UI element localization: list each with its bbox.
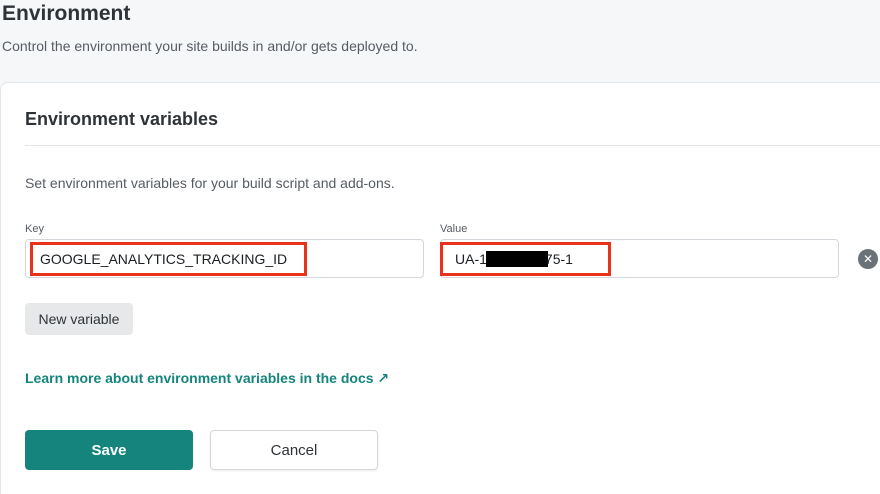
- divider: [25, 145, 880, 146]
- external-link-icon: ↗: [377, 370, 390, 386]
- save-button[interactable]: Save: [25, 430, 193, 470]
- key-input-value: GOOGLE_ANALYTICS_TRACKING_ID: [40, 250, 288, 267]
- close-circle-icon[interactable]: ✕: [858, 249, 878, 269]
- redaction-block: [485, 250, 548, 267]
- page-description: Control the environment your site builds…: [2, 38, 418, 54]
- new-variable-button[interactable]: New variable: [25, 303, 133, 335]
- page-title: Environment: [2, 2, 131, 25]
- environment-variables-card: Environment variables Set environment va…: [0, 82, 880, 494]
- card-title: Environment variables: [25, 109, 219, 129]
- card-description: Set environment variables for your build…: [25, 175, 395, 191]
- value-input-prefix: UA-1: [455, 250, 487, 267]
- environment-settings-page: Environment Control the environment your…: [0, 0, 880, 494]
- docs-link[interactable]: Learn more about environment variables i…: [25, 370, 389, 387]
- value-input[interactable]: UA-1 75-1: [440, 239, 839, 278]
- cancel-button[interactable]: Cancel: [210, 430, 378, 470]
- docs-link-text: Learn more about environment variables i…: [25, 370, 374, 386]
- value-label: Value: [440, 223, 468, 235]
- key-label: Key: [25, 223, 44, 235]
- key-input[interactable]: GOOGLE_ANALYTICS_TRACKING_ID: [25, 239, 424, 278]
- value-input-suffix: 75-1: [544, 250, 573, 267]
